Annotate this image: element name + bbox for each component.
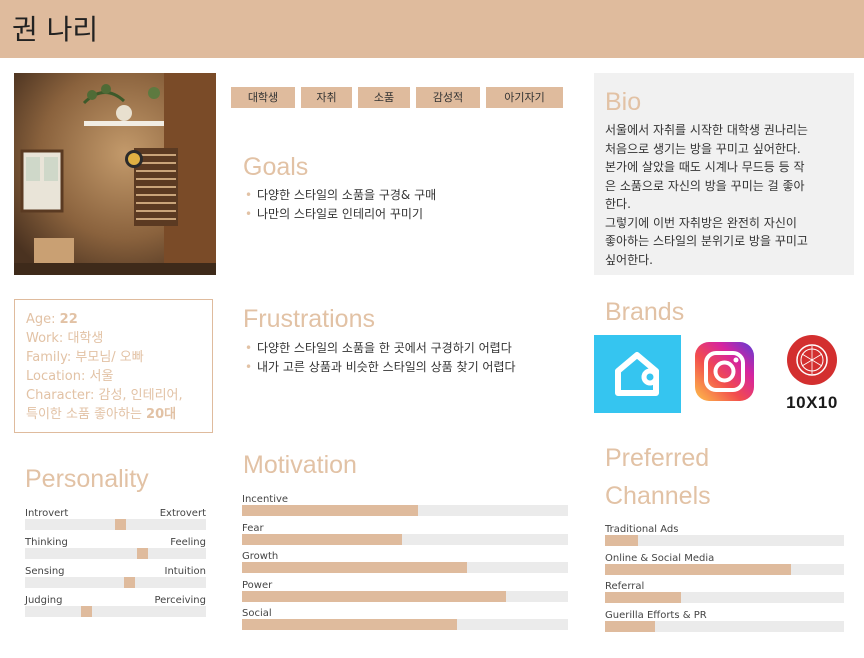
trait-slider-knob <box>137 548 148 559</box>
info-lines: Age: 22 Work: 대학생 Family: 부모님/ 오빠 Locati… <box>26 310 216 424</box>
family-value: 부모님/ 오빠 <box>75 350 144 365</box>
bar-fill <box>605 620 656 632</box>
character-value: 감성, 인테리어, <box>98 388 183 403</box>
10x10-icon <box>787 335 837 385</box>
bio-line: 은 소품으로 자신의 방을 꾸미는 걸 좋아 <box>605 178 805 193</box>
location-row: Location: 서울 <box>26 369 114 384</box>
bar-fill <box>605 592 682 603</box>
brands-title: Brands <box>605 298 685 326</box>
trait-slider-track <box>25 548 206 559</box>
goals-title: Goals <box>243 153 309 181</box>
list-item: • 다양한 스타일의 소품을 한 곳에서 구경하기 어렵다 <box>245 341 512 355</box>
work-row: Work: 대학생 <box>26 331 104 346</box>
persona-photo <box>14 73 216 275</box>
motivation-row: Growth <box>242 551 568 580</box>
bar-track <box>242 590 568 602</box>
bio-line: 본가에 살았을 때도 시계나 무드등 등 작 <box>605 160 805 174</box>
trait-slider-track <box>25 577 206 588</box>
frustrations-list: • 다양한 스타일의 소품을 한 곳에서 구경하기 어렵다 • 내가 고른 상품과 … <box>243 339 583 377</box>
list-item: • 내가 고른 상품과 비슷한 스타일의 상품 찾기 어렵다 <box>245 360 516 374</box>
bio-title: Bio <box>605 88 642 116</box>
tag-cute: 아기자기 <box>486 87 563 108</box>
room-photo-illustration <box>14 73 216 275</box>
trait-slider-knob <box>81 606 92 617</box>
trait-row: Sensing Intuition <box>25 566 206 595</box>
bio-line: 서울에서 자취를 시작한 대학생 권나리는 <box>605 123 808 137</box>
age-value: 22 <box>59 312 78 327</box>
bar-fill <box>242 590 507 602</box>
motivation-row: Incentive <box>242 494 568 523</box>
bar-fill <box>605 535 639 546</box>
motivation-row: Power <box>242 580 568 609</box>
tag-emotional: 감성적 <box>416 87 480 108</box>
motivation-bars: Incentive Fear Growth Power Social <box>242 494 568 637</box>
bar-fill <box>242 533 402 545</box>
personality-title: Personality <box>25 465 149 493</box>
bar-fill <box>242 619 458 630</box>
character-row-2: 특이한 소품 좋아하는 20대 <box>26 407 177 422</box>
goal-text: 다양한 스타일의 소품을 구경& 구매 <box>257 188 437 202</box>
house-icon <box>615 352 659 396</box>
bio-line: 처음으로 생기는 방을 꾸미고 싶어한다. <box>605 141 801 156</box>
channel-row: Guerilla Efforts & PR <box>605 610 844 639</box>
bar-track <box>242 562 568 573</box>
bio-line: 싶어한다. <box>605 252 653 267</box>
character-row: Character: 감성, 인테리어, <box>26 388 183 403</box>
trait-row: Introvert Extrovert <box>25 508 206 537</box>
motivation-row: Social <box>242 608 568 637</box>
frustrations-title: Frustrations <box>243 305 375 333</box>
tag-living-alone: 자취 <box>301 87 352 108</box>
10x10-logo: 10X10 <box>772 334 852 412</box>
bar-track <box>605 620 844 632</box>
10x10-logo-text: 10X10 <box>786 393 838 412</box>
frustration-text: 내가 고른 상품과 비슷한 스타일의 상품 찾기 어렵다 <box>257 360 516 374</box>
persona-name: 권 나리 <box>12 13 99 46</box>
goals-list: • 다양한 스타일의 소품을 구경& 구매 • 나만의 스타일로 인테리어 꾸미기 <box>243 186 573 224</box>
trait-row: Judging Perceiving <box>25 595 206 624</box>
location-value: 서울 <box>89 369 114 384</box>
bar-fill <box>605 563 792 575</box>
trait-slider-track <box>25 519 206 530</box>
bar-track <box>605 563 844 575</box>
work-value: 대학생 <box>67 331 104 346</box>
age-row: Age: 22 <box>26 312 78 327</box>
tag-student: 대학생 <box>231 87 295 108</box>
channel-row: Online & Social Media <box>605 553 844 582</box>
trait-slider-track <box>25 606 206 617</box>
trait-slider-knob <box>124 577 135 588</box>
goal-text: 나만의 스타일로 인테리어 꾸미기 <box>257 207 424 221</box>
trait-slider-knob <box>115 519 126 530</box>
tag-list: 대학생 자취 소품 감성적 아기자기 <box>231 87 563 108</box>
bar-fill <box>242 505 419 516</box>
bar-track <box>242 619 568 630</box>
trait-row: Thinking Feeling <box>25 537 206 566</box>
channel-row: Traditional Ads <box>605 524 844 553</box>
channels-title-2: Channels <box>605 482 711 510</box>
list-item: • 나만의 스타일로 인테리어 꾸미기 <box>245 207 424 221</box>
bio-text: 서울에서 자취를 시작한 대학생 권나리는 처음으로 생기는 방을 꾸미고 싶어… <box>605 121 849 269</box>
header-bar <box>0 0 864 58</box>
instagram-icon <box>695 342 754 401</box>
channels-title: Preferred <box>605 444 710 472</box>
channel-row: Referral <box>605 581 844 610</box>
bar-track <box>242 505 568 516</box>
list-item: • 다양한 스타일의 소품을 구경& 구매 <box>245 188 437 202</box>
bio-line: 좋아하는 스타일의 분위기로 방을 꾸미고 <box>605 234 808 248</box>
tag-props: 소품 <box>358 87 410 108</box>
motivation-row: Fear <box>242 523 568 552</box>
channel-bars: Traditional Ads Online & Social Media Re… <box>605 524 844 638</box>
house-app-logo <box>594 335 681 413</box>
instagram-logo <box>695 342 754 401</box>
bar-fill <box>242 562 467 573</box>
motivation-title: Motivation <box>243 451 357 479</box>
bar-track <box>605 535 844 546</box>
frustration-text: 다양한 스타일의 소품을 한 곳에서 구경하기 어렵다 <box>257 341 512 355</box>
bio-line: 그렇기에 이번 자취방은 완전히 자신이 <box>605 215 797 230</box>
family-row: Family: 부모님/ 오빠 <box>26 350 144 365</box>
personality-sliders: Introvert Extrovert Thinking Feeling Sensi… <box>25 508 206 624</box>
bio-line: 한다. <box>605 197 631 211</box>
bar-track <box>605 592 844 603</box>
bar-track <box>242 533 568 545</box>
